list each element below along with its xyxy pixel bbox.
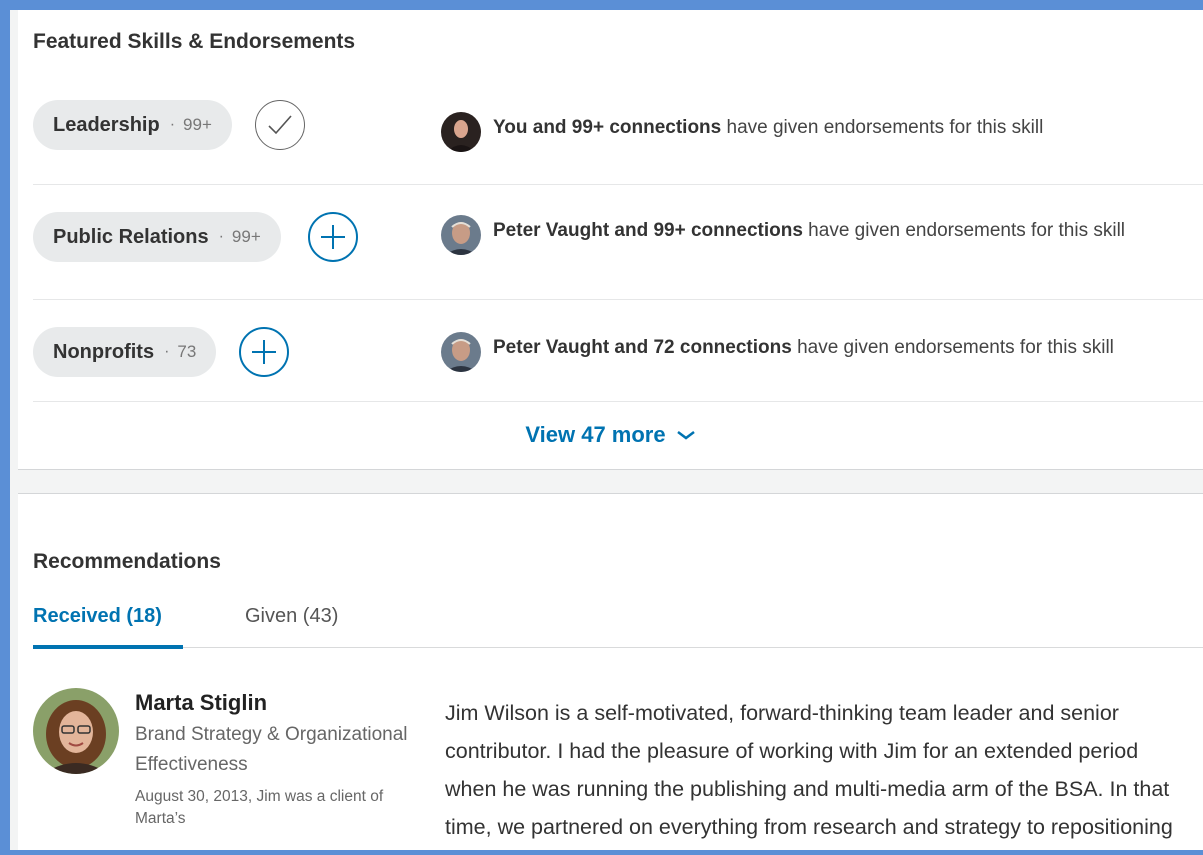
endorsement-count: 99+ (231, 227, 261, 246)
endorser-link[interactable]: You and 99+ connections (493, 117, 721, 138)
skill-pill[interactable]: Nonprofits · 73 (33, 327, 217, 377)
tab-received[interactable]: Received (18) (33, 584, 162, 648)
skill-row-public-relations: Public Relations · 99+ Peter Vaught and … (33, 185, 1203, 300)
endorsement-count: 73 (177, 342, 197, 361)
avatar[interactable] (33, 688, 119, 774)
endorser-link[interactable]: Peter Vaught and 72 connections (493, 337, 792, 358)
separator-dot: · (164, 343, 170, 360)
active-tab-indicator (33, 645, 183, 649)
endorse-plus-button[interactable] (239, 327, 289, 377)
endorser-link[interactable]: Peter Vaught and 99+ connections (493, 220, 803, 241)
skill-row-nonprofits: Nonprofits · 73 Peter Vaught and 72 conn… (33, 300, 1203, 402)
endorsement-suffix: have given endorsements for this skill (802, 220, 1126, 241)
view-more-label: View 47 more (525, 422, 666, 447)
endorsement-text: Peter Vaught and 99+ connections have gi… (493, 215, 1183, 246)
endorser-avatar (441, 332, 481, 372)
skill-pill[interactable]: Leadership · 99+ (33, 100, 232, 150)
recommendations-section: Recommendations Received (18) Given (43) (18, 493, 1203, 850)
separator-dot: · (218, 228, 224, 245)
skill-pill[interactable]: Public Relations · 99+ (33, 212, 281, 262)
recommendation-meta: August 30, 2013, Jim was a client of Mar… (135, 788, 384, 827)
endorsement-text: You and 99+ connections have given endor… (493, 112, 1193, 143)
endorsed-check-button[interactable] (255, 100, 305, 150)
page-frame: Featured Skills & Endorsements Leadershi… (10, 10, 1203, 850)
endorsement-suffix: have given endorsements for this skill (791, 337, 1114, 358)
skill-name: Leadership (53, 113, 160, 136)
endorsement-count: 99+ (183, 115, 212, 134)
skill-row-leadership: Leadership · 99+ You and 99+ connections… (33, 80, 1203, 185)
endorser-avatar (441, 112, 481, 152)
checkmark-icon (268, 115, 292, 135)
recommender-name[interactable]: Marta Stiglin (135, 688, 425, 718)
recommendation-tabs: Received (18) Given (43) (33, 584, 1203, 649)
endorser-avatar (441, 215, 481, 255)
recommender-headline: Brand Strategy & Organizational Effectiv… (135, 724, 408, 775)
separator-dot: · (169, 116, 176, 133)
view-more-button[interactable]: View 47 more (18, 400, 1203, 470)
endorsement-summary: You and 99+ connections have given endor… (441, 112, 1193, 152)
endorsement-suffix: have given endorsements for this skill (721, 117, 1044, 138)
endorsement-text: Peter Vaught and 72 connections have giv… (493, 332, 1203, 363)
skill-name: Nonprofits (53, 340, 155, 363)
endorsement-summary: Peter Vaught and 99+ connections have gi… (441, 215, 1183, 255)
tab-received-label: Received (18) (33, 604, 162, 627)
tab-given-label: Given (43) (245, 604, 339, 627)
chevron-down-icon (676, 431, 695, 440)
plus-icon (252, 340, 276, 364)
plus-icon (321, 225, 345, 249)
recommendations-title: Recommendations (33, 550, 221, 573)
recommender-info: Marta Stiglin Brand Strategy & Organizat… (135, 688, 425, 830)
endorse-plus-button[interactable] (308, 212, 358, 262)
skill-name: Public Relations (53, 225, 209, 248)
skills-section: Featured Skills & Endorsements Leadershi… (18, 10, 1203, 470)
skills-title: Featured Skills & Endorsements (33, 30, 356, 53)
tab-given[interactable]: Given (43) (245, 584, 338, 648)
endorsement-summary: Peter Vaught and 72 connections have giv… (441, 332, 1203, 372)
recommendation-text: Jim Wilson is a self-motivated, forward-… (445, 701, 1173, 839)
